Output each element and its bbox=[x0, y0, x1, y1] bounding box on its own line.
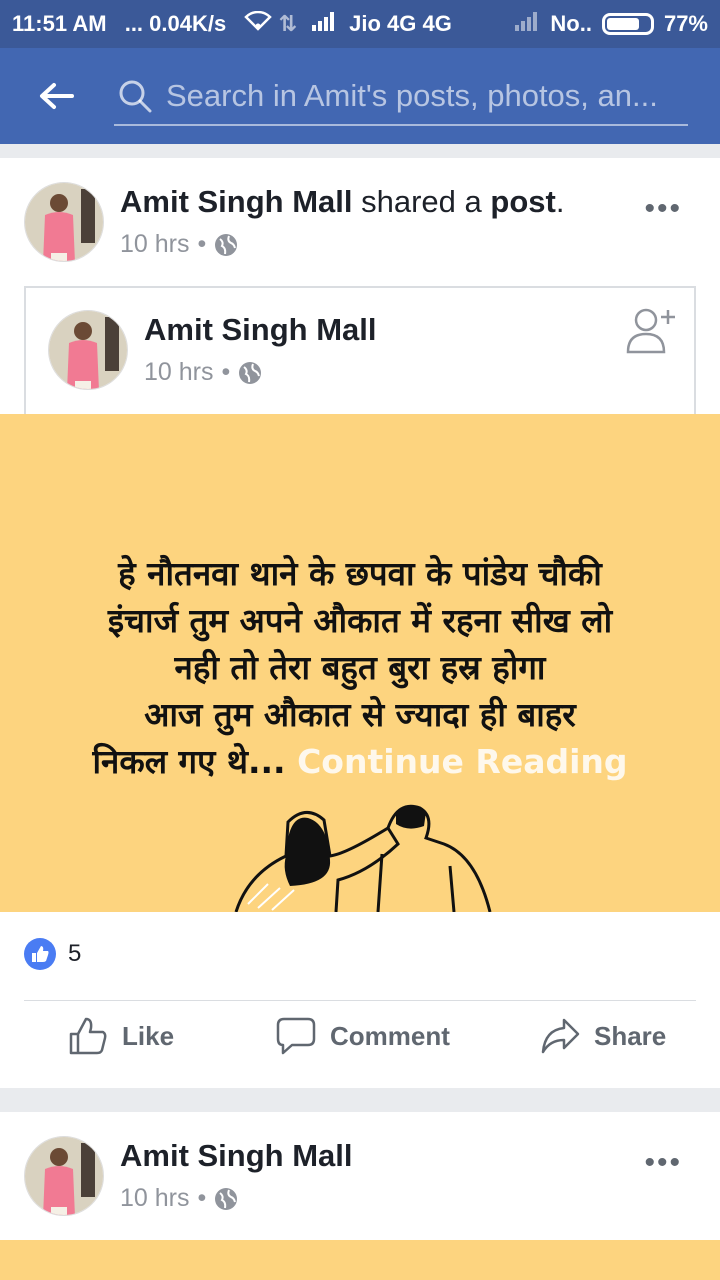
comment-button[interactable]: Comment bbox=[276, 1016, 450, 1056]
search-icon bbox=[119, 80, 152, 113]
wifi-icon bbox=[244, 10, 278, 36]
post-meta: 10 hrs • bbox=[120, 230, 238, 259]
status-carrier: Jio 4G 4G bbox=[349, 11, 452, 36]
post-actions: Like Comment Share bbox=[0, 1008, 720, 1084]
comment-label: Comment bbox=[330, 1020, 450, 1051]
avatar[interactable] bbox=[24, 182, 104, 262]
quote-line: हे नौतनवा थाने के छपवा के पांडेय चौकी bbox=[118, 554, 602, 593]
author-name[interactable]: Amit Singh Mall bbox=[120, 184, 353, 219]
quote-line: निकल गए थे... bbox=[92, 742, 286, 781]
shared-post-time[interactable]: 10 hrs bbox=[144, 358, 213, 387]
globe-icon bbox=[239, 361, 262, 384]
continue-reading-link[interactable]: Continue Reading bbox=[297, 742, 627, 781]
search-header bbox=[0, 48, 720, 144]
status-speed: ... 0.04K/s bbox=[124, 11, 227, 36]
globe-icon bbox=[215, 233, 238, 256]
quote-text: हे नौतनवा थाने के छपवा के पांडेय चौकी इं… bbox=[0, 550, 720, 785]
post-card: Amit Singh Mall shared a post. 10 hrs • … bbox=[0, 158, 720, 1088]
status-left: 11:51 AM ... 0.04K/s ⇅ Jio 4G 4G bbox=[12, 10, 514, 37]
quote-line: इंचार्ज तुम अपने औकात में रहना सीख लो bbox=[107, 601, 613, 640]
like-reaction-icon bbox=[24, 938, 56, 970]
like-button[interactable]: Like bbox=[68, 1016, 174, 1056]
status-time: 11:51 AM bbox=[12, 11, 107, 36]
shared-meta: 10 hrs • bbox=[144, 358, 262, 387]
more-options-button[interactable]: ••• bbox=[644, 194, 682, 224]
quote-background[interactable]: हे नौतनवा थाने के छपवा के पांडेय चौकी इं… bbox=[0, 414, 720, 912]
back-button[interactable] bbox=[28, 74, 84, 118]
shared-meta-separator: • bbox=[221, 358, 231, 386]
search-box[interactable] bbox=[114, 68, 688, 126]
author-name[interactable]: Amit Singh Mall bbox=[120, 1138, 353, 1173]
post-time[interactable]: 10 hrs bbox=[120, 1184, 189, 1213]
shared-author-wrap: Amit Singh Mall bbox=[144, 312, 377, 348]
shared-author-name[interactable]: Amit Singh Mall bbox=[144, 312, 377, 347]
share-label: Share bbox=[594, 1020, 667, 1051]
signal-off-icon bbox=[514, 11, 540, 37]
status-bar: 11:51 AM ... 0.04K/s ⇅ Jio 4G 4G No.. 77… bbox=[0, 0, 720, 48]
comment-icon bbox=[276, 1017, 316, 1055]
divider bbox=[24, 1000, 696, 1001]
post-time[interactable]: 10 hrs bbox=[120, 230, 189, 259]
likes-count: 5 bbox=[68, 940, 82, 967]
thumbs-up-icon bbox=[69, 1017, 107, 1055]
status-right: No.. 77% bbox=[514, 11, 708, 37]
reactions-summary[interactable]: 5 bbox=[24, 938, 81, 970]
period: . bbox=[555, 184, 565, 219]
couple-illustration bbox=[234, 804, 492, 912]
post-meta: 10 hrs • bbox=[120, 1184, 238, 1213]
battery-percent: 77% bbox=[663, 11, 708, 36]
avatar[interactable] bbox=[24, 1136, 104, 1216]
like-label: Like bbox=[122, 1020, 175, 1051]
post-header-text: Amit Singh Mall bbox=[120, 1138, 353, 1174]
post-header-text: Amit Singh Mall shared a post. bbox=[120, 184, 564, 220]
globe-icon bbox=[215, 1187, 238, 1210]
battery-icon bbox=[601, 13, 654, 35]
share-icon bbox=[541, 1018, 580, 1054]
quote-last-line: निकल गए थे... Continue Reading bbox=[34, 738, 686, 785]
action-text: shared a bbox=[361, 184, 482, 219]
quote-line: नही तो तेरा बहुत बुरा हस्र होगा bbox=[174, 648, 546, 687]
follow-button[interactable] bbox=[626, 304, 678, 361]
share-button[interactable]: Share bbox=[540, 1016, 666, 1056]
quote-line: आज तुम औकात से ज्यादा ही बाहर bbox=[144, 695, 576, 734]
shared-avatar[interactable] bbox=[48, 310, 128, 390]
status-sim2: No.. bbox=[550, 11, 592, 36]
signal-icon bbox=[311, 11, 343, 36]
add-friend-icon bbox=[626, 308, 675, 354]
meta-separator: • bbox=[197, 1184, 207, 1212]
more-options-button[interactable]: ••• bbox=[644, 1148, 682, 1178]
data-arrows-icon: ⇅ bbox=[278, 11, 297, 36]
meta-separator: • bbox=[197, 230, 207, 258]
back-arrow-icon bbox=[40, 83, 74, 109]
next-quote-background[interactable] bbox=[0, 1240, 720, 1280]
shared-post-header[interactable]: Amit Singh Mall 10 hrs • bbox=[24, 286, 696, 414]
search-input[interactable] bbox=[152, 78, 688, 114]
post-link[interactable]: post bbox=[490, 184, 555, 219]
